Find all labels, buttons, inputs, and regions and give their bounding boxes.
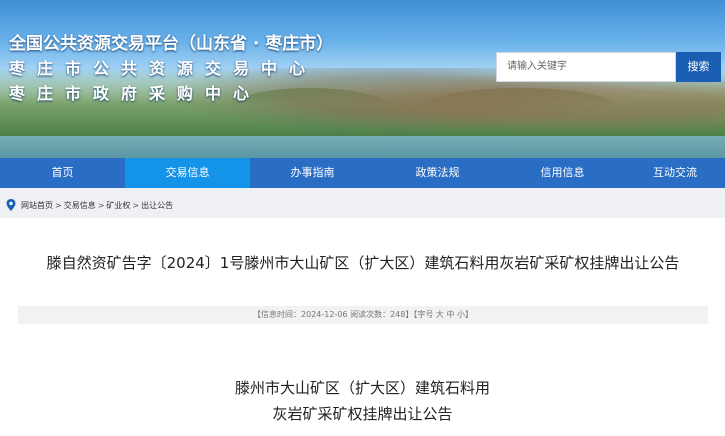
main-nav: 首页 交易信息 办事指南 政策法规 信用信息 互动交流: [0, 158, 725, 188]
banner-water: [0, 136, 725, 158]
nav-item-credit[interactable]: 信用信息: [500, 158, 625, 188]
breadcrumb-home[interactable]: 网站首页: [21, 200, 53, 211]
breadcrumb-mining-rights[interactable]: 矿业权: [106, 200, 130, 211]
article-card: 滕自然资矿告字〔2024〕1号滕州市大山矿区（扩大区）建筑石料用灰岩矿采矿权挂牌…: [0, 218, 725, 436]
search-button[interactable]: 搜索: [676, 52, 721, 82]
breadcrumb-trade-info[interactable]: 交易信息: [64, 200, 96, 211]
center-title: 枣庄市公共资源交易中心: [9, 59, 318, 78]
nav-item-home[interactable]: 首页: [0, 158, 125, 188]
nav-item-trade-info[interactable]: 交易信息: [125, 158, 250, 188]
article-title: 滕自然资矿告字〔2024〕1号滕州市大山矿区（扩大区）建筑石料用灰岩矿采矿权挂牌…: [46, 254, 680, 272]
platform-title: 全国公共资源交易平台（山东省 · 枣庄市）: [9, 34, 334, 54]
nav-item-guide[interactable]: 办事指南: [250, 158, 375, 188]
article-subtitle-line: 灰岩矿采矿权挂牌出让公告: [272, 405, 453, 423]
breadcrumb-separator: >: [132, 200, 140, 210]
article-subtitle: 滕州市大山矿区（扩大区）建筑石料用 灰岩矿采矿权挂牌出让公告: [0, 375, 725, 427]
article-subtitle-line: 滕州市大山矿区（扩大区）建筑石料用: [234, 379, 490, 397]
breadcrumb: 网站首页 > 交易信息 > 矿业权 > 出让公告: [6, 198, 173, 212]
nav-item-policy[interactable]: 政策法规: [375, 158, 500, 188]
article-meta: 【信息时间：2024-12-06 阅读次数：248】【字号 大 中 小】: [18, 306, 708, 324]
location-pin-icon: [6, 199, 16, 211]
search-input[interactable]: 请输入关键字: [496, 52, 676, 82]
breadcrumb-separator: >: [97, 200, 105, 210]
site-banner: 全国公共资源交易平台（山东省 · 枣庄市） 枣庄市公共资源交易中心 枣庄市政府采…: [0, 0, 725, 158]
nav-item-interaction[interactable]: 互动交流: [625, 158, 725, 188]
breadcrumb-transfer-notice[interactable]: 出让公告: [141, 200, 173, 211]
breadcrumb-separator: >: [55, 200, 62, 210]
procurement-title: 枣庄市政府采购中心: [9, 84, 262, 103]
